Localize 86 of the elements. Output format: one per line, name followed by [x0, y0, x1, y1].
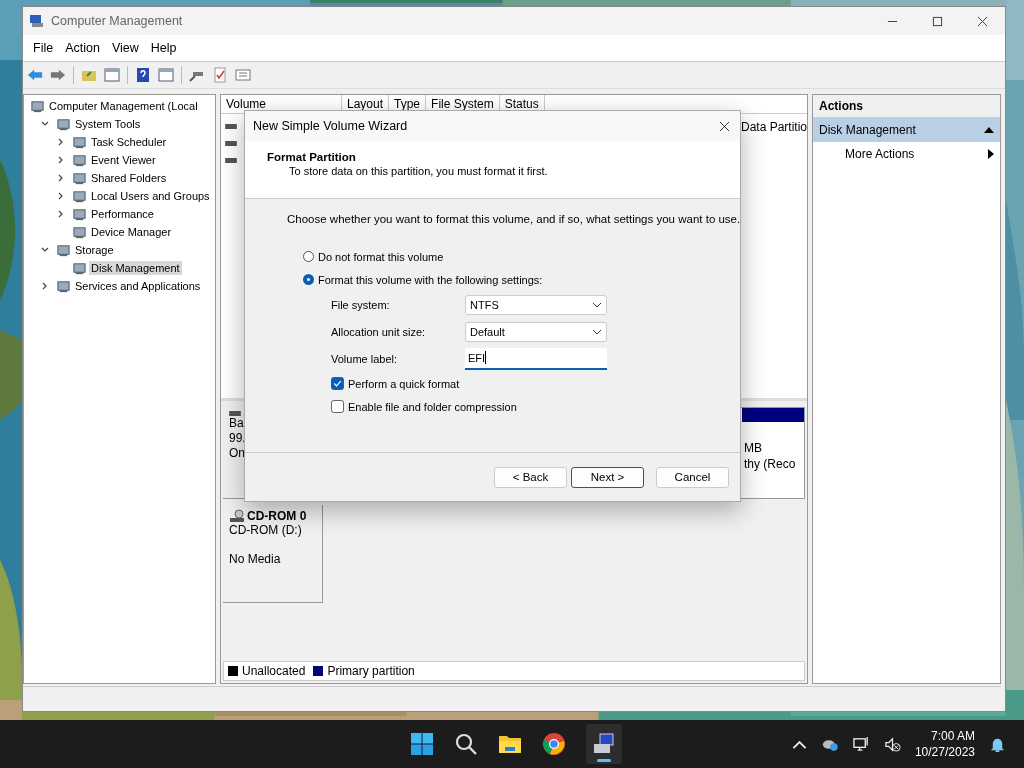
checkbox[interactable]	[331, 400, 344, 413]
action-item[interactable]: More Actions	[813, 142, 1000, 166]
tree-item[interactable]: Services and Applications	[73, 279, 203, 293]
dialog-title: New Simple Volume Wizard	[253, 119, 408, 133]
tree-item[interactable]: Disk Management	[89, 261, 182, 275]
drive-icon	[225, 141, 237, 146]
disk-name: CD-ROM 0	[247, 509, 307, 523]
chevron-down-icon	[592, 328, 602, 335]
computer-management-icon	[592, 732, 616, 756]
chevron-down-icon	[592, 301, 602, 308]
disk-info-text: CD-ROM (D:)	[229, 523, 303, 538]
tree-item[interactable]: System Tools	[73, 117, 143, 131]
console-item-icon	[72, 152, 87, 168]
disk-info-text: No Media	[229, 552, 282, 567]
browser-icon[interactable]	[542, 732, 566, 756]
disk-info-text: 99.	[229, 431, 247, 446]
legend-label: Primary partition	[327, 664, 415, 678]
radio-label: Format this volume with the following settings:	[318, 273, 543, 286]
tree-item[interactable]: Computer Management (Local	[47, 99, 200, 113]
instruction-text: Choose whether you want to format this volume, and if so, what settings you want to use.	[287, 213, 740, 225]
cd-drive-icon	[229, 509, 245, 523]
field-label: Volume label:	[331, 352, 399, 365]
tree-item[interactable]: Local Users and Groups	[89, 189, 212, 203]
legend-label: Unallocated	[242, 664, 306, 678]
tree-item[interactable]: Performance	[89, 207, 156, 221]
checkbox-label: Enable file and folder compression	[348, 400, 517, 413]
disk-info-text: Ba	[229, 416, 245, 431]
clock-time[interactable]: 7:00 AM	[930, 728, 975, 744]
console-item-icon	[72, 224, 87, 240]
tree-item[interactable]: Task Scheduler	[89, 135, 169, 149]
clock-date[interactable]: 10/27/2023	[914, 744, 975, 760]
partition-text: MB	[744, 440, 763, 456]
console-item-icon	[56, 278, 71, 294]
drive-icon	[229, 411, 241, 416]
field-label: File system:	[331, 298, 391, 311]
console-item-icon	[30, 98, 45, 114]
action-section[interactable]: Disk Management	[813, 118, 1000, 142]
dialog-button[interactable]: < Back	[494, 466, 567, 488]
drive-icon	[225, 158, 237, 163]
dialog-button[interactable]: Next >	[571, 466, 644, 488]
input-field[interactable]: EFI	[465, 347, 607, 370]
table-cell: Data Partitio	[741, 119, 808, 134]
menu-item[interactable]: Help	[144, 41, 183, 55]
console-item-icon	[72, 170, 87, 186]
field-label: Allocation unit size:	[331, 325, 427, 338]
menu-item[interactable]: File	[27, 41, 60, 55]
muted-speaker-icon[interactable]	[883, 735, 901, 753]
console-item-icon	[72, 134, 87, 150]
checkbox[interactable]	[331, 377, 344, 390]
tree-item[interactable]: Storage	[73, 243, 116, 257]
window-title: Computer Management	[51, 14, 183, 28]
console-item-icon	[56, 242, 71, 258]
collapse-triangle-icon[interactable]	[984, 127, 994, 133]
disk-info-text: On	[229, 446, 246, 461]
help-icon[interactable]	[135, 67, 151, 83]
tree-item[interactable]: Device Manager	[89, 225, 174, 239]
radio-button[interactable]	[303, 251, 314, 262]
console-item-icon	[56, 116, 71, 132]
checkbox-label: Perform a quick format	[348, 377, 460, 390]
search-icon[interactable]	[454, 732, 478, 756]
page-heading: Format Partition	[267, 151, 357, 163]
forward-arrow-icon[interactable]	[50, 67, 66, 83]
checklist-icon[interactable]	[212, 67, 228, 83]
drive-icon	[225, 124, 237, 129]
menu-item[interactable]: Action	[59, 41, 106, 55]
console-item-icon	[72, 206, 87, 222]
menu-item[interactable]: View	[105, 41, 145, 55]
radio-label: Do not format this volume	[318, 250, 444, 263]
start-icon[interactable]	[410, 732, 434, 756]
radio-button[interactable]	[303, 274, 314, 285]
taskbar-app[interactable]	[586, 724, 622, 764]
tree-item[interactable]: Event Viewer	[89, 153, 158, 167]
dialog-button[interactable]: Cancel	[656, 466, 729, 488]
dropdown[interactable]: NTFS	[465, 294, 607, 315]
submenu-arrow-icon	[988, 149, 994, 159]
console-item-icon	[72, 260, 87, 276]
close-icon[interactable]	[719, 120, 730, 132]
back-arrow-icon[interactable]	[27, 67, 43, 83]
partition-text: thy (Reco	[744, 456, 797, 472]
computer-management-icon	[29, 13, 45, 29]
network-icon[interactable]	[852, 735, 870, 753]
tree-item[interactable]: Shared Folders	[89, 171, 169, 185]
actions-header: Actions	[813, 95, 1000, 118]
page-subheading: To store data on this partition, you must format it first.	[288, 165, 549, 177]
dropdown[interactable]: Default	[465, 321, 607, 342]
console-item-icon	[72, 188, 87, 204]
